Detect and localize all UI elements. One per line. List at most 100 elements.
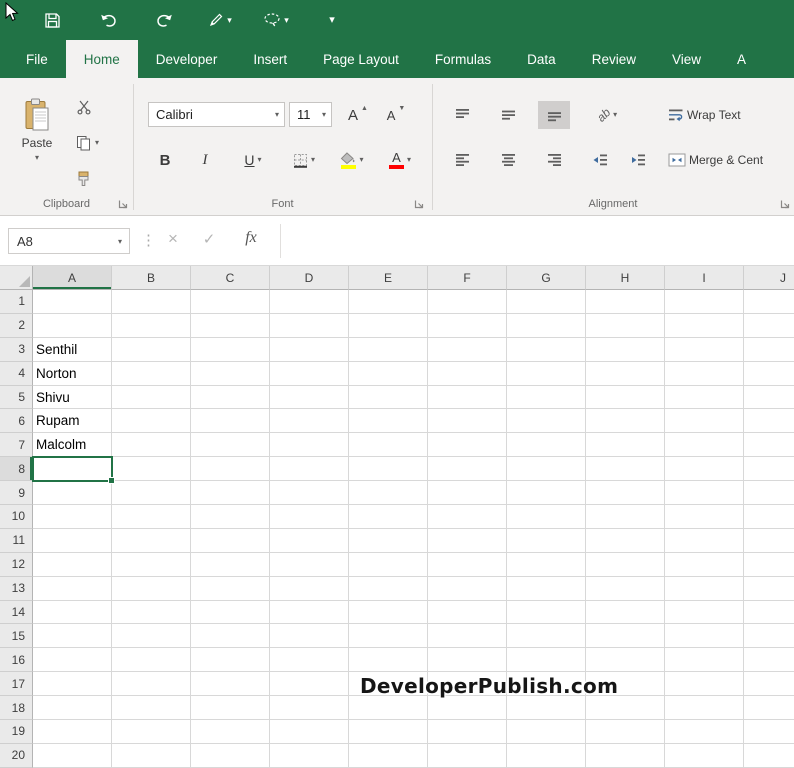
tab-file[interactable]: File — [8, 40, 66, 78]
cell-C7[interactable] — [191, 433, 270, 458]
cell-H8[interactable] — [586, 457, 665, 482]
cell-G16[interactable] — [507, 648, 586, 673]
cell-C6[interactable] — [191, 409, 270, 434]
bold-button[interactable]: B — [152, 146, 178, 174]
formula-input[interactable] — [282, 217, 793, 264]
row-header-10[interactable]: 10 — [0, 505, 33, 529]
cell-E13[interactable] — [349, 576, 428, 601]
align-bottom-button[interactable] — [538, 101, 570, 129]
cell-H15[interactable] — [586, 624, 665, 649]
row-header-3[interactable]: 3 — [0, 337, 33, 362]
cell-H3[interactable] — [586, 337, 665, 362]
cell-F11[interactable] — [428, 528, 507, 553]
font-size-combobox[interactable]: 11 ▾ — [289, 102, 332, 127]
row-header-4[interactable]: 4 — [0, 361, 33, 386]
tab-page-layout[interactable]: Page Layout — [305, 40, 417, 78]
cell-I3[interactable] — [665, 337, 744, 362]
wrap-text-button[interactable]: Wrap Text — [668, 101, 788, 129]
dropdown-icon[interactable]: ▾ — [322, 110, 326, 119]
cell-F7[interactable] — [428, 433, 507, 458]
cell-C18[interactable] — [191, 696, 270, 721]
cell-D3[interactable] — [270, 337, 349, 362]
paste-button[interactable]: Paste ▾ — [8, 86, 66, 206]
cell-B4[interactable] — [112, 361, 191, 386]
shrink-font-button[interactable]: A ▼ — [380, 101, 412, 129]
cell-C3[interactable] — [191, 337, 270, 362]
italic-button[interactable]: I — [192, 146, 218, 174]
cell-E9[interactable] — [349, 481, 428, 506]
cell-J16[interactable] — [744, 648, 794, 673]
cell-G12[interactable] — [507, 552, 586, 577]
cell-D8[interactable] — [270, 457, 349, 482]
cell-I1[interactable] — [665, 290, 744, 314]
cell-E12[interactable] — [349, 552, 428, 577]
format-painter-button[interactable] — [76, 166, 91, 192]
dropdown-icon[interactable]: ▾ — [275, 110, 279, 119]
cell-F20[interactable] — [428, 743, 507, 768]
select-objects-button[interactable]: ▾ — [248, 5, 304, 35]
cell-A3[interactable]: Senthil — [33, 337, 112, 362]
cell-A1[interactable] — [33, 290, 112, 314]
cell-J20[interactable] — [744, 744, 794, 768]
cell-C9[interactable] — [191, 481, 270, 506]
undo-button[interactable] — [80, 5, 136, 35]
cell-H14[interactable] — [586, 600, 665, 625]
cell-E14[interactable] — [349, 600, 428, 625]
tab-view[interactable]: View — [654, 40, 719, 78]
tab-review[interactable]: Review — [574, 40, 654, 78]
row-header-14[interactable]: 14 — [0, 600, 33, 625]
cell-B9[interactable] — [112, 481, 191, 506]
cell-J7[interactable] — [744, 433, 794, 458]
cell-A2[interactable] — [33, 313, 112, 338]
cell-I10[interactable] — [665, 505, 744, 529]
cell-I8[interactable] — [665, 457, 744, 482]
row-header-7[interactable]: 7 — [0, 433, 33, 458]
cell-H13[interactable] — [586, 576, 665, 601]
customize-qat-button[interactable]: ▾ — [304, 5, 360, 35]
cell-J12[interactable] — [744, 553, 794, 577]
cell-C10[interactable] — [191, 505, 270, 529]
row-header-19[interactable]: 19 — [0, 720, 33, 744]
cut-button[interactable] — [76, 94, 92, 120]
cell-H6[interactable] — [586, 409, 665, 434]
cell-B5[interactable] — [112, 385, 191, 410]
align-center-button[interactable] — [492, 146, 524, 174]
cell-I18[interactable] — [665, 696, 744, 721]
cell-D5[interactable] — [270, 385, 349, 410]
cell-G18[interactable] — [507, 696, 586, 721]
merge-center-button[interactable]: Merge & Cent — [668, 146, 794, 174]
cell-D14[interactable] — [270, 600, 349, 625]
align-right-button[interactable] — [538, 146, 570, 174]
decrease-indent-button[interactable] — [584, 146, 616, 174]
dropdown-icon[interactable]: ▾ — [284, 15, 289, 25]
cell-F3[interactable] — [428, 337, 507, 362]
cell-D6[interactable] — [270, 409, 349, 434]
cell-C12[interactable] — [191, 552, 270, 577]
cell-J14[interactable] — [744, 601, 794, 625]
cell-G20[interactable] — [507, 743, 586, 768]
cell-J9[interactable] — [744, 481, 794, 506]
cell-G1[interactable] — [507, 290, 586, 314]
cell-G6[interactable] — [507, 409, 586, 434]
cell-A10[interactable] — [33, 505, 112, 529]
column-header-D[interactable]: D — [270, 266, 349, 290]
column-header-H[interactable]: H — [586, 266, 665, 290]
tab-home[interactable]: Home — [65, 40, 138, 78]
cell-E2[interactable] — [349, 313, 428, 338]
cell-F16[interactable] — [428, 648, 507, 673]
align-middle-button[interactable] — [492, 101, 524, 129]
cell-I17[interactable] — [665, 672, 744, 697]
cell-C2[interactable] — [191, 313, 270, 338]
cell-C8[interactable] — [191, 457, 270, 482]
cell-D12[interactable] — [270, 552, 349, 577]
cell-D7[interactable] — [270, 433, 349, 458]
cell-D9[interactable] — [270, 481, 349, 506]
row-header-17[interactable]: 17 — [0, 672, 33, 697]
cell-H11[interactable] — [586, 528, 665, 553]
cell-H18[interactable] — [586, 696, 665, 721]
cell-F15[interactable] — [428, 624, 507, 649]
font-color-button[interactable]: A ▾ — [378, 146, 422, 174]
cell-A19[interactable] — [33, 720, 112, 744]
grow-font-button[interactable]: A ▲ — [342, 101, 374, 129]
cell-G2[interactable] — [507, 313, 586, 338]
